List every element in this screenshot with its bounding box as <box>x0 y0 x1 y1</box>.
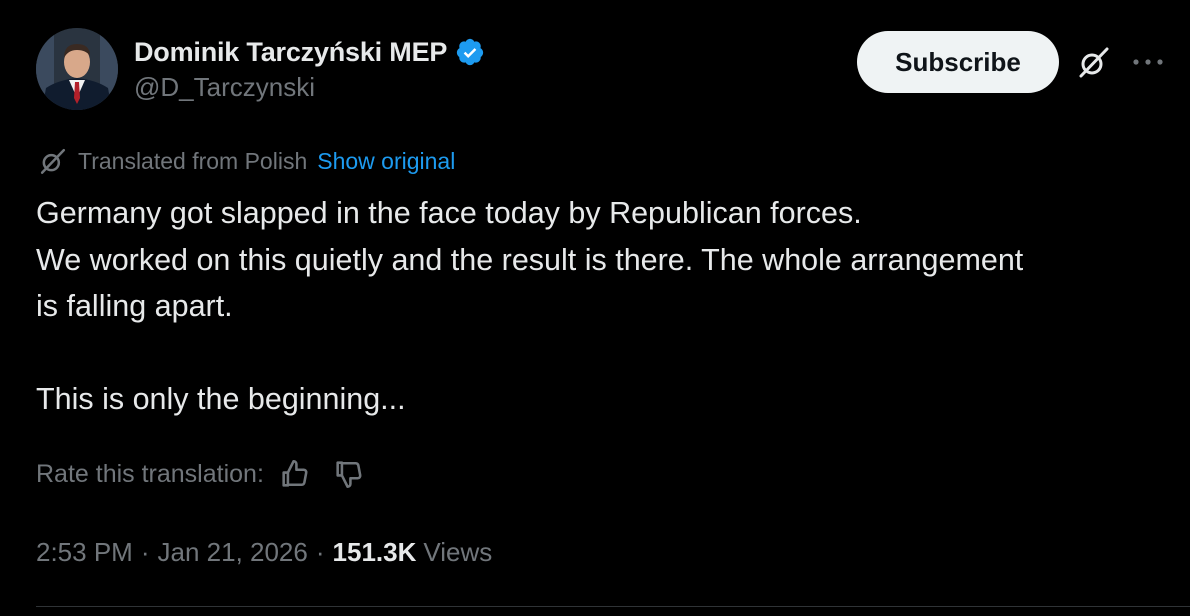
author-name-row[interactable]: Dominik Tarczyński MEP <box>134 34 485 70</box>
avatar[interactable] <box>36 28 118 110</box>
post-text-line: Germany got slapped in the face today by… <box>36 196 862 230</box>
views-label: Views <box>423 536 493 567</box>
rate-translation-label: Rate this translation: <box>36 459 264 488</box>
more-horizontal-icon[interactable] <box>1130 48 1166 76</box>
show-original-link[interactable]: Show original <box>317 148 455 175</box>
post-text-blank-line <box>36 330 1176 377</box>
grok-icon <box>38 146 68 176</box>
translation-notice: Translated from Polish Show original <box>38 146 455 176</box>
post-text: Germany got slapped in the face today by… <box>36 190 1176 423</box>
meta-separator: · <box>315 536 325 567</box>
post-date[interactable]: Jan 21, 2026 <box>158 537 308 568</box>
rate-translation-row: Rate this translation: <box>36 456 366 492</box>
verified-badge-icon[interactable] <box>455 37 485 67</box>
post-text-line: is falling apart. <box>36 289 233 323</box>
post-time[interactable]: 2:53 PM <box>36 537 133 568</box>
author-display-name[interactable]: Dominik Tarczyński MEP <box>134 37 447 68</box>
grok-icon[interactable] <box>1076 44 1112 80</box>
divider <box>36 606 1190 607</box>
subscribe-button[interactable]: Subscribe <box>857 31 1059 93</box>
post-metadata: 2:53 PM · Jan 21, 2026 · 151.3K Views <box>36 532 492 572</box>
post-text-line: This is only the beginning... <box>36 382 406 416</box>
thumbs-down-icon[interactable] <box>332 457 366 491</box>
meta-separator: · <box>140 536 150 567</box>
views-count: 151.3K <box>332 536 417 567</box>
thumbs-up-icon[interactable] <box>278 457 312 491</box>
translated-from-label: Translated from Polish <box>78 147 308 174</box>
avatar-image <box>36 28 118 110</box>
author-handle[interactable]: @D_Tarczynski <box>134 72 315 103</box>
post-text-line: We worked on this quietly and the result… <box>36 242 1024 277</box>
